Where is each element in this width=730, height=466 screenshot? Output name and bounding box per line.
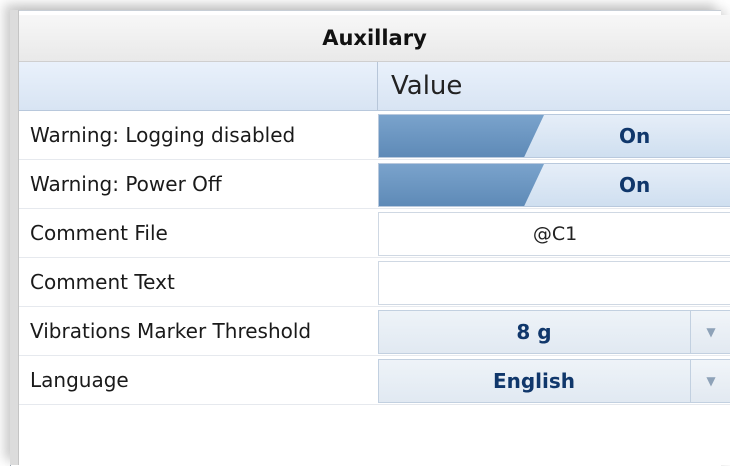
property-label: Warning: Logging disabled [30,123,296,147]
property-label: Comment Text [30,270,175,294]
language-dropdown[interactable]: English ▼ [378,359,730,403]
toggle-fill [379,115,544,157]
toggle-value: On [619,173,651,197]
comment-text-field[interactable] [378,261,730,305]
chevron-down-icon[interactable]: ▼ [690,360,730,402]
property-row-power-off: Warning: Power Off On [19,160,730,209]
property-label: Language [30,368,129,392]
property-row-comment-file: Comment File @C1 [19,209,730,258]
comment-file-field[interactable]: @C1 [378,212,730,256]
panel-title: Auxillary [19,15,730,62]
window-left-border [10,10,19,465]
property-row-logging-disabled: Warning: Logging disabled On [19,111,730,160]
property-label: Comment File [30,221,168,245]
dropdown-value: English [492,369,576,393]
column-divider [377,62,378,110]
logging-disabled-toggle[interactable]: On [378,114,730,158]
power-off-toggle[interactable]: On [378,163,730,207]
property-row-language: Language English ▼ [19,356,730,405]
auxillary-panel: Auxillary Value Warning: Logging disable… [19,15,730,465]
column-header-row [19,62,730,111]
vibrations-threshold-dropdown[interactable]: 8 g ▼ [378,310,730,354]
property-row-comment-text: Comment Text [19,258,730,307]
dropdown-value: 8 g [516,320,552,344]
property-label: Vibrations Marker Threshold [30,319,312,343]
value-column-header: Value [391,71,463,101]
toggle-fill [379,164,544,206]
toggle-value: On [619,124,651,148]
chevron-down-icon[interactable]: ▼ [690,311,730,353]
property-row-vibrations-threshold: Vibrations Marker Threshold 8 g ▼ [19,307,730,356]
property-label: Warning: Power Off [30,172,222,196]
